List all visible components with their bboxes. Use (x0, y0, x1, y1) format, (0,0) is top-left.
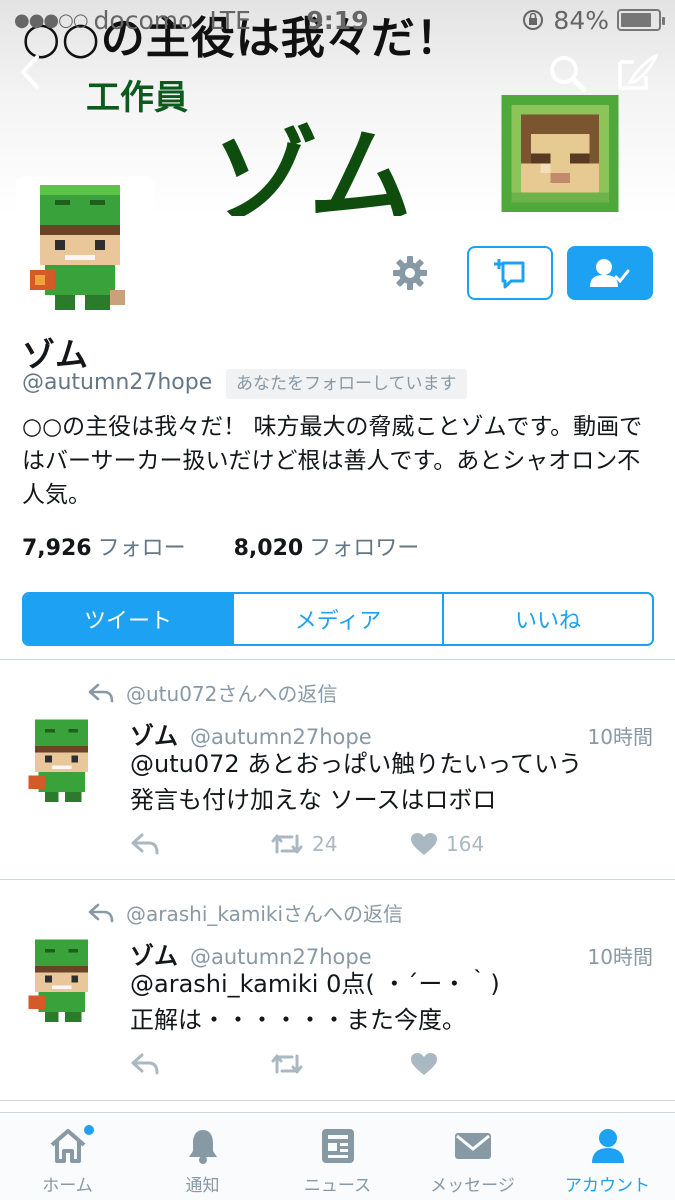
followers-count: 8,020 (233, 536, 304, 561)
tabbar-messages[interactable]: メッセージ (405, 1113, 540, 1200)
news-icon (321, 1129, 354, 1163)
tab-tweets[interactable]: ツイート (24, 594, 232, 644)
profile-display-name: ゾム (22, 335, 88, 374)
search-button[interactable] (546, 52, 590, 96)
tweet[interactable]: @utu072さんへの返信 ゾム @autumn27hope 10時間 @utu… (0, 660, 675, 878)
reply-button[interactable] (130, 1052, 270, 1076)
tabbar-label: ニュース (303, 1176, 372, 1196)
tab-media[interactable]: メディア (232, 594, 442, 644)
tweet-text-line: 正解は・・・・・・また今度。 (130, 1006, 466, 1034)
banner-pixel-face-image (501, 95, 619, 212)
reply-icon (88, 903, 114, 922)
tabbar-news[interactable]: ニュース (270, 1113, 405, 1200)
banner-name: ゾム (200, 115, 426, 216)
tabbar-account[interactable]: アカウント (540, 1113, 675, 1200)
following-button[interactable] (567, 246, 653, 300)
tweet-text-line: @arashi_kamiki 0点( ・´ー・｀) (130, 970, 500, 998)
tabbar-notifications[interactable]: 通知 (135, 1113, 270, 1200)
person-icon (591, 1129, 624, 1163)
like-button[interactable] (410, 1052, 550, 1076)
battery-icon (617, 9, 665, 31)
tweet-avatar[interactable] (22, 936, 108, 1022)
clock: 9:19 (306, 5, 369, 35)
gear-icon (393, 256, 427, 290)
tweet-text: @arashi_kamiki 0点( ・´ー・｀) 正解は・・・・・・また今度。 (130, 966, 650, 1038)
tabbar-label: メッセージ (430, 1176, 515, 1196)
tweet-text-line: 発言も付け加えな ソースはロボロ (130, 786, 497, 814)
heart-icon (411, 833, 437, 855)
tweet-actions: 24 164 (130, 832, 550, 856)
following-label: フォロー (97, 536, 186, 561)
status-bar: ●●●○○ docomo LTE 9:19 84% (0, 0, 675, 40)
profile-settings-button[interactable] (385, 246, 435, 300)
profile-tabs: ツイート メディア いいね (22, 592, 654, 646)
retweet-count: 24 (312, 832, 338, 856)
like-count: 164 (446, 832, 485, 856)
profile-actions (385, 246, 653, 300)
follows-you-badge: あなたをフォローしています (226, 369, 467, 399)
retweet-icon (271, 1054, 303, 1074)
profile-avatar[interactable] (16, 176, 154, 314)
tab-likes[interactable]: いいね (442, 594, 652, 644)
retweet-button[interactable]: 24 (270, 832, 410, 856)
profile-handle: @autumn27hope (22, 370, 213, 395)
following-count: 7,926 (22, 536, 92, 561)
compose-tweet-button[interactable] (612, 52, 660, 96)
followers-count-link[interactable]: 8,020 フォロワー (234, 530, 420, 562)
follow-counts: 7,926 フォロー 8,020 フォロワー (22, 530, 419, 562)
reply-button[interactable] (130, 832, 270, 856)
tabbar-home[interactable]: ホーム (0, 1113, 135, 1200)
tweet-text: @utu072 あとおっぱい触りたいっていう 発言も付け加えな ソースはロボロ (130, 746, 650, 818)
heart-icon (411, 1053, 437, 1075)
back-button[interactable] (10, 50, 50, 94)
followers-label: フォロワー (309, 536, 420, 561)
bottom-tab-bar: ホーム 通知 ニュース メッセージ アカウント (0, 1112, 675, 1200)
banner-subtitle: 工作員 (86, 78, 188, 118)
add-to-list-icon (494, 259, 525, 289)
new-content-dot (84, 1125, 94, 1135)
tweet-actions (130, 1052, 550, 1076)
reply-icon (131, 833, 159, 855)
compose-icon (618, 52, 659, 90)
search-icon (550, 56, 587, 93)
retweet-icon (271, 834, 303, 854)
tweet-text-line: @utu072 あとおっぱい触りたいっていう (130, 750, 583, 778)
reply-context: @utu072さんへの返信 (88, 678, 337, 707)
retweet-button[interactable] (270, 1052, 410, 1076)
reply-context-text: @arashi_kamikiさんへの返信 (126, 902, 404, 926)
tabbar-label: ホーム (42, 1176, 93, 1196)
reply-icon (131, 1053, 159, 1075)
tweet[interactable]: @arashi_kamikiさんへの返信 ゾム @autumn27hope 10… (0, 880, 675, 1100)
envelope-icon (454, 1133, 491, 1159)
tweet-avatar[interactable] (22, 716, 108, 802)
tabbar-label: 通知 (185, 1176, 220, 1196)
home-icon (50, 1129, 85, 1163)
bell-icon (188, 1130, 217, 1164)
following-count-link[interactable]: 7,926 フォロー (22, 530, 186, 562)
add-to-list-button[interactable] (467, 246, 553, 300)
person-check-icon (590, 259, 630, 287)
profile-bio: ○○の主役は我々だ！ 味方最大の脅威ことゾムです。動画ではバーサーカー扱いだけど… (22, 414, 643, 508)
reply-context-text: @utu072さんへの返信 (126, 682, 338, 706)
avatar-pixel-character-image (20, 180, 150, 310)
chevron-left-icon (21, 55, 39, 89)
divider (0, 1100, 675, 1101)
reply-icon (88, 683, 114, 702)
tabbar-label: アカウント (565, 1176, 650, 1196)
reply-context: @arashi_kamikiさんへの返信 (88, 898, 403, 927)
like-button[interactable]: 164 (410, 832, 550, 856)
